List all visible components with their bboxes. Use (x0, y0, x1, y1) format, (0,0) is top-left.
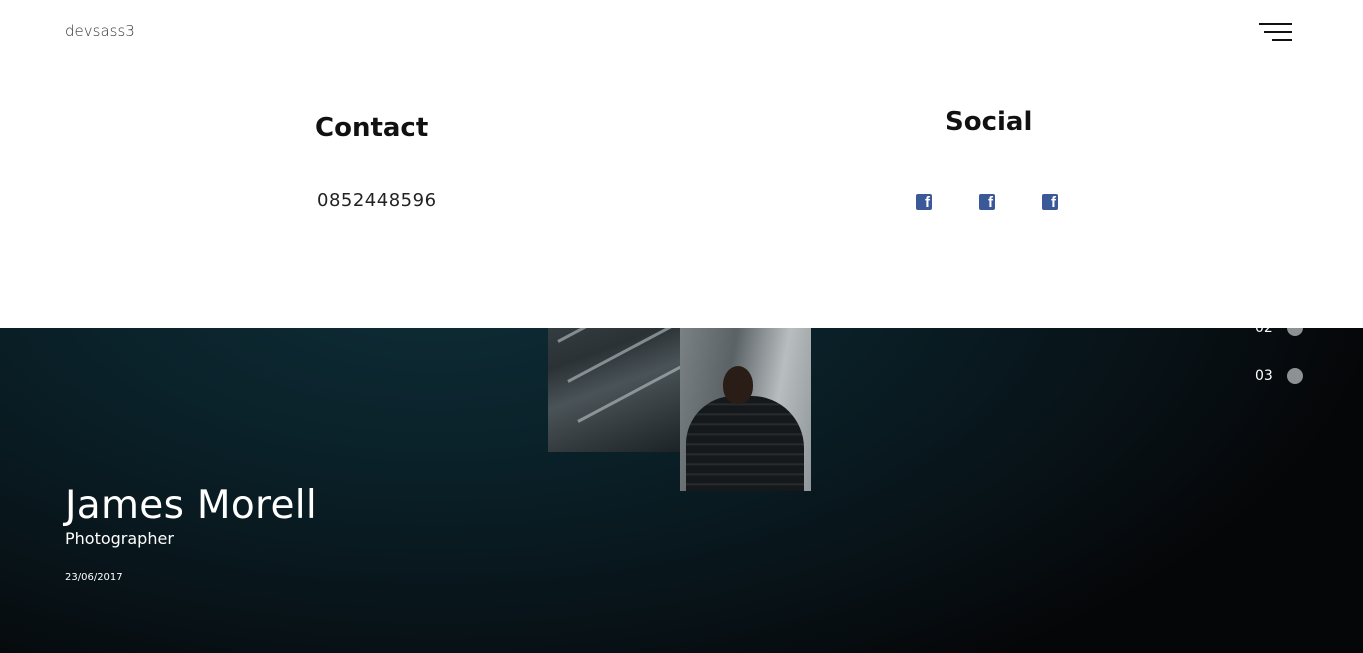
hamburger-menu-icon (1272, 39, 1292, 41)
slide-dot[interactable] (1287, 368, 1303, 384)
facebook-icon: f (925, 194, 930, 211)
contact-overlay: devsass3 Contact 0852448596 Social f f f (0, 0, 1363, 328)
facebook-icon: f (988, 194, 993, 211)
facebook-link-2[interactable]: f (979, 194, 995, 210)
hamburger-menu-icon (1259, 23, 1292, 25)
contact-phone[interactable]: 0852448596 (317, 190, 437, 211)
brand-logo[interactable]: devsass3 (65, 22, 135, 40)
slide-number: 03 (1255, 368, 1273, 384)
page: James Morell Photographer 23/06/2017 02 … (0, 0, 1363, 653)
menu-button[interactable] (1256, 20, 1296, 44)
social-heading: Social (945, 107, 1033, 137)
hero-name: James Morell (65, 483, 318, 528)
portrait-photo (680, 300, 811, 491)
contact-heading: Contact (315, 113, 429, 143)
hero-date: 23/06/2017 (65, 572, 123, 583)
facebook-icon: f (1051, 194, 1056, 211)
facebook-link-1[interactable]: f (916, 194, 932, 210)
slide-nav-item-03[interactable]: 03 (1250, 366, 1310, 386)
facebook-link-3[interactable]: f (1042, 194, 1058, 210)
hero-role: Photographer (65, 529, 174, 548)
hamburger-menu-icon (1264, 31, 1292, 33)
